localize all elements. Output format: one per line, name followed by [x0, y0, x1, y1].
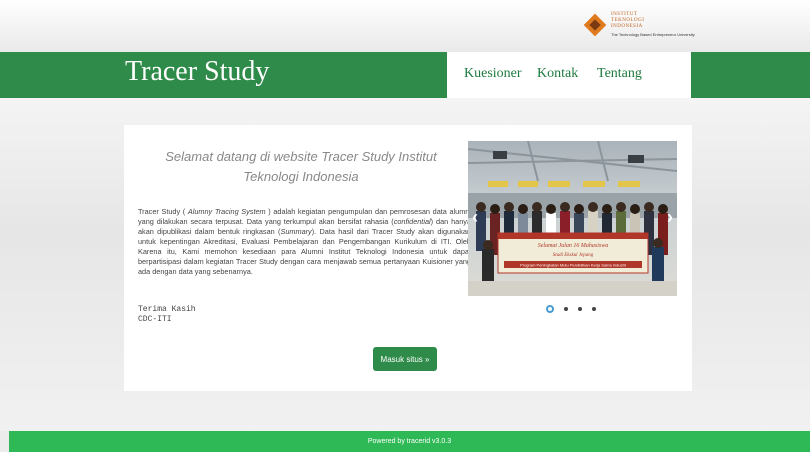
description: Tracer Study ( Alumny Tracing System ) a…: [138, 207, 472, 276]
banner-line-1: Selamat Jalan 16 Mahasiswa: [538, 243, 609, 249]
banner-line-3: Program Peningkatan Mutu Pendidikan Kerj…: [520, 263, 626, 268]
site-brand[interactable]: Tracer Study: [125, 56, 269, 88]
carousel-next-icon[interactable]: ›: [667, 207, 673, 228]
iti-logo[interactable]: INSTITUT TEKNOLOGI INDONESIA The Technol…: [583, 12, 695, 38]
thanks-signature: Terima Kasih CDC-ITI: [138, 305, 196, 325]
nav-kontak[interactable]: Kontak: [537, 66, 578, 82]
welcome-heading: Selamat datang di website Tracer Study I…: [165, 149, 437, 184]
carousel-image: Selamat Jalan 16 Mahasiswa Studi Ekskul …: [468, 141, 677, 296]
top-strip: INSTITUT TEKNOLOGI INDONESIA The Technol…: [0, 0, 810, 52]
signature-line: CDC-ITI: [138, 315, 172, 324]
carousel-dot-4[interactable]: [592, 307, 596, 311]
hero-card: Selamat datang di website Tracer Study I…: [124, 125, 692, 391]
nav-menu: Kuesioner Kontak Tentang: [447, 52, 691, 98]
airport-group-photo: Selamat Jalan 16 Mahasiswa Studi Ekskul …: [468, 141, 677, 296]
masuk-situs-button[interactable]: Masuk situs »: [373, 347, 437, 371]
logo-text: INSTITUT TEKNOLOGI INDONESIA The Technol…: [611, 12, 695, 38]
nav-tentang[interactable]: Tentang: [597, 66, 642, 82]
carousel-dot-2[interactable]: [564, 307, 568, 311]
carousel-dot-1[interactable]: [546, 305, 554, 313]
nav-kuesioner[interactable]: Kuesioner: [464, 66, 522, 82]
banner-line-2: Studi Ekskul Jepang: [553, 253, 594, 258]
carousel-dot-3[interactable]: [578, 307, 582, 311]
logo-line-3: INDONESIA: [611, 24, 643, 29]
footer-text: Powered by tracerid v3.0.3: [367, 438, 452, 445]
logo-tagline: The Technology Based Entrepreneur Univer…: [611, 32, 695, 37]
carousel-indicators: [546, 305, 596, 313]
carousel-prev-icon[interactable]: ‹: [472, 207, 478, 228]
logo-diamond-icon: [583, 13, 607, 37]
navbar: Tracer Study Kuesioner Kontak Tentang: [0, 52, 810, 98]
footer: Powered by tracerid v3.0.3: [9, 431, 810, 452]
thanks-line: Terima Kasih: [138, 305, 196, 314]
